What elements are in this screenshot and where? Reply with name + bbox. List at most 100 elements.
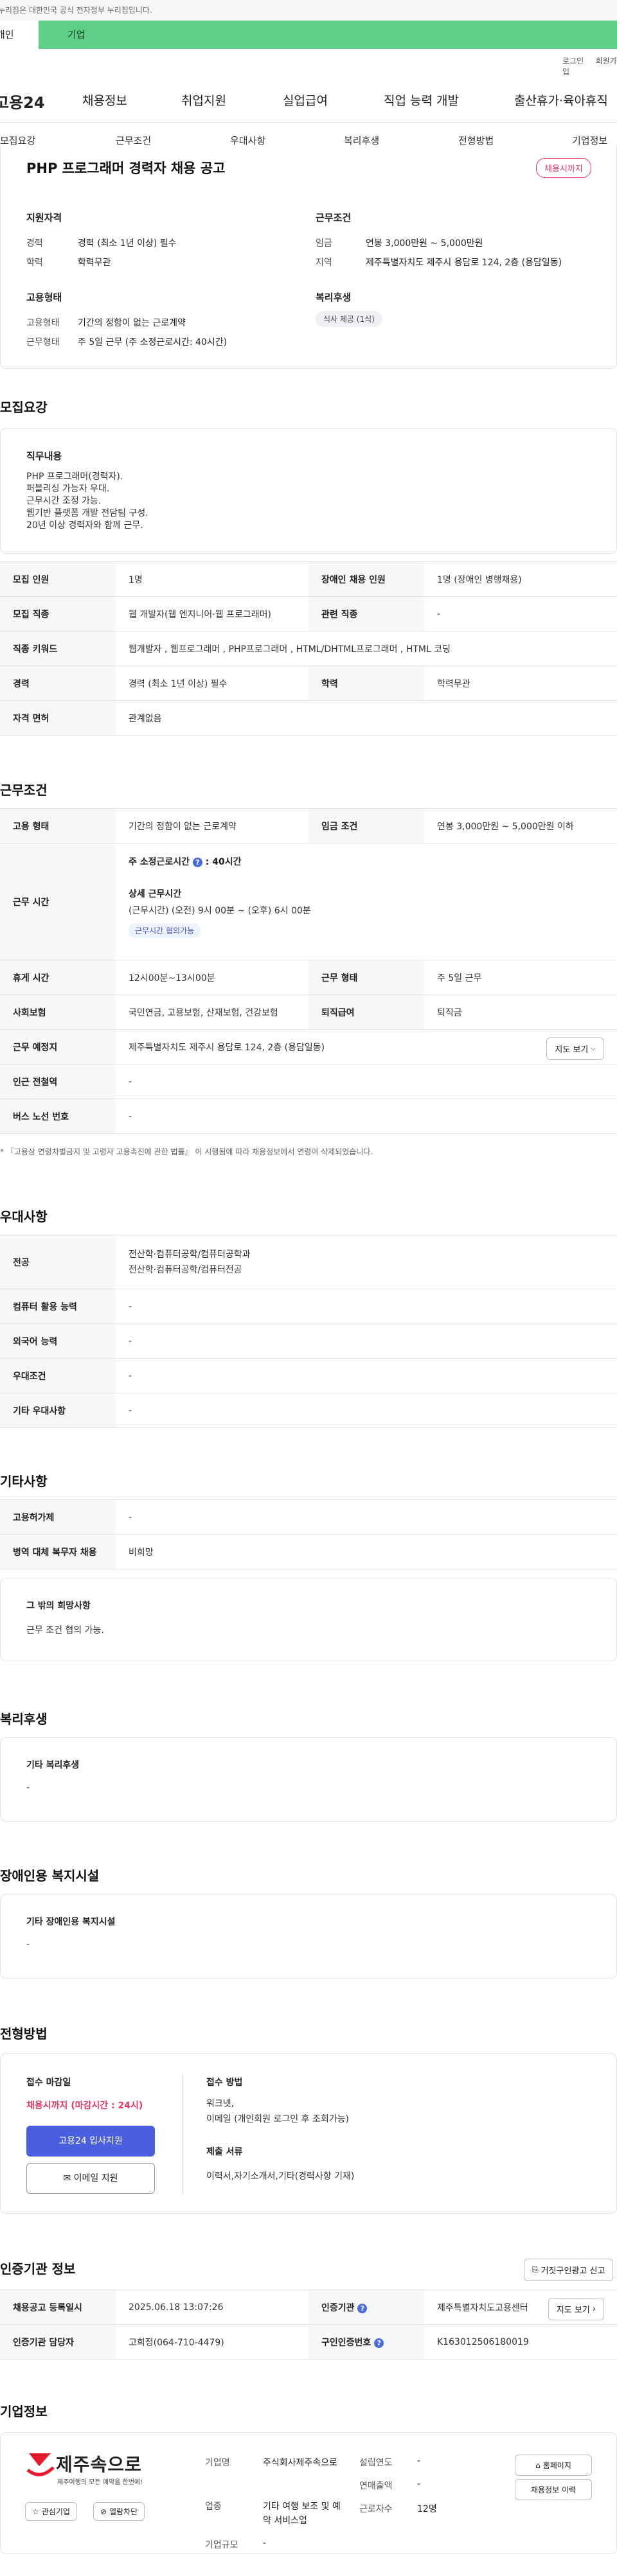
cell-value: - — [116, 1499, 617, 1535]
deadline-heading: 접수 마감일 — [26, 2078, 71, 2088]
etc-value: 근무 조건 협의 가능. — [26, 1625, 104, 1636]
place-value: 제주특별자치도 제주시 용담로 124, 2층 (용담일동) — [129, 1042, 325, 1053]
edu-label: 학력 — [26, 258, 43, 268]
disabled-card-heading: 기타 장애인용 복지시설 — [26, 1917, 116, 1927]
company-section-title: 기업정보 — [0, 2404, 48, 2419]
wage-label: 임금 — [316, 238, 332, 249]
edu-value: 학력무관 — [78, 258, 111, 268]
block-company-button[interactable]: ⊘ 열람차단 — [93, 2502, 145, 2521]
conditions-table: 고용 형태 기간의 정함이 없는 근로계약 임금 조건 연봉 3,000만원 ~… — [0, 808, 617, 1134]
cell-value: - — [424, 596, 617, 631]
gnb-item-jobs[interactable]: 채용정보 — [82, 91, 127, 109]
cell-label: 인증기관 담당자 — [0, 2324, 116, 2360]
site-logo[interactable]: 고용24 — [0, 90, 66, 112]
cell-label: 고용허가제 — [0, 1499, 116, 1535]
cell-label: 인근 전철역 — [0, 1064, 116, 1099]
size-value: - — [263, 2538, 267, 2548]
disabled-section-title: 장애인용 복지시설 — [0, 1868, 100, 1883]
table-row: 사회보험 국민연금, 고용보험, 산재보험, 건강보험 퇴직급여 퇴직금 — [0, 994, 617, 1030]
cell-value: 고희정(064-710-4479) — [116, 2324, 308, 2360]
status-badge: 채용시까지 — [536, 158, 591, 178]
employees-label: 근로자수 — [359, 2504, 393, 2514]
disabled-card-value: - — [26, 1939, 30, 1950]
homepage-button[interactable]: ⌂ 홈페이지 — [515, 2455, 592, 2476]
major-cell: 전산학·컴퓨터공학/컴퓨터공학과 전산학·컴퓨터공학/컴퓨터전공 — [116, 1235, 617, 1289]
cell-label: 채용공고 등록일시 — [0, 2289, 116, 2325]
duty-line: 퍼블리싱 가능자 우대. — [26, 484, 110, 494]
area-value: 제주특별자치도 제주시 용담로 124, 2층 (용담일동) — [366, 258, 562, 268]
star-icon: ☆ — [32, 2507, 39, 2516]
email-apply-button[interactable]: ✉ 이메일 지원 — [26, 2163, 155, 2194]
chevron-right-icon: › — [592, 2304, 596, 2314]
welfare-section-title: 복리후생 — [0, 1711, 48, 1727]
cell-label: 컴퓨터 활용 능력 — [0, 1289, 116, 1324]
welfare-chip: 식사 제공 (1식) — [316, 311, 382, 327]
favorite-company-button[interactable]: ☆ 관심기업 — [25, 2502, 77, 2521]
cell-value: - — [116, 1358, 617, 1393]
job-title: PHP 프로그래머 경력자 채용 공고 — [26, 161, 226, 176]
cell-label: 모집 인원 — [0, 561, 116, 597]
cell-label: 버스 노선 번호 — [0, 1098, 116, 1134]
age-footnote: * 『고용상 연령차별금지 및 고령자 고용촉진에 관한 법률』 이 시행됨에 … — [0, 1147, 373, 1156]
tab-company[interactable]: 기업 — [39, 21, 617, 49]
method-heading: 접수 방법 — [206, 2078, 243, 2088]
gnb-item-unemployment[interactable]: 실업급여 — [283, 91, 328, 109]
other-section-title: 기타사항 — [0, 1474, 48, 1489]
agency-map-button[interactable]: 지도 보기 › — [548, 2298, 604, 2320]
preference-section-title: 우대사항 — [0, 1209, 48, 1224]
cell-value: K163012506180019 — [424, 2324, 617, 2360]
gnb-item-employment-support[interactable]: 취업지원 — [181, 91, 226, 109]
map-button[interactable]: 지도 보기 ⌵ — [546, 1037, 604, 1060]
cell-label: 모집 직종 — [0, 596, 116, 631]
qual-heading: 지원자격 — [26, 212, 62, 224]
help-icon[interactable]: ? — [192, 858, 202, 867]
hours-weekly: 주 소정근로시간 ? : 40시간 — [129, 857, 242, 867]
report-icon: ⎘ — [532, 2265, 539, 2274]
cell-value: 관계없음 — [116, 700, 617, 736]
cell-value: 기간의 정함이 없는 근로계약 — [116, 808, 308, 843]
cell-value: 웹 개발자(웹 엔지니어·웹 프로그래머) — [116, 596, 308, 631]
cell-value: 경력 (최소 1년 이상) 필수 — [116, 666, 308, 701]
cell-label: 장애인 채용 인원 — [308, 561, 424, 597]
apply-button[interactable]: 고용24 입사지원 — [26, 2126, 155, 2157]
cell-label: 경력 — [0, 666, 116, 701]
table-row: 버스 노선 번호 - — [0, 1098, 617, 1134]
table-row: 고용 형태 기간의 정함이 없는 근로계약 임금 조건 연봉 3,000만원 ~… — [0, 808, 617, 843]
worktype-value: 주 5일 근무 (주 소정근로시간: 40시간) — [78, 337, 228, 348]
recruit-section-title: 모집요강 — [0, 400, 48, 415]
login-link[interactable]: 로그인 — [562, 57, 584, 66]
place-cell: 제주특별자치도 제주시 용담로 124, 2층 (용담일동) 지도 보기 ⌵ — [116, 1029, 617, 1064]
cell-label: 병역 대체 복무자 채용 — [0, 1534, 116, 1569]
main-nav: 고용24 채용정보 취업지원 실업급여 직업 능력 개발 출산휴가·육아휴직 — [0, 82, 617, 118]
cell-label: 퇴직급여 — [308, 994, 424, 1030]
cell-value: - — [116, 1323, 617, 1359]
help-icon[interactable]: ? — [374, 2338, 384, 2348]
report-fake-ad-button[interactable]: ⎘ 거짓구인광고 신고 — [524, 2259, 614, 2281]
sales-label: 연매출액 — [359, 2481, 393, 2491]
size-label: 기업규모 — [205, 2540, 238, 2550]
cell-value: 비희망 — [116, 1534, 617, 1569]
table-row: 인근 전철역 - — [0, 1064, 617, 1099]
table-row: 우대조건 - — [0, 1358, 617, 1393]
industry-value: 기타 여행 보조 및 예약 서비스업 — [263, 2501, 341, 2526]
employees-value: 12명 — [417, 2504, 437, 2514]
duty-card: 직무내용 PHP 프로그래머(경력자). 퍼블리싱 가능자 우대. 근무시간 조… — [0, 428, 617, 554]
cond-heading: 근무조건 — [316, 212, 352, 224]
help-icon[interactable]: ? — [357, 2303, 368, 2313]
docs-value: 이력서,자기소개서,기타(경력사항 기재) — [206, 2171, 355, 2182]
util-links: 로그인 회원가입 — [562, 55, 617, 77]
etc-heading: 그 밖의 희망사항 — [26, 1601, 91, 1611]
table-row: 고용허가제 - — [0, 1499, 617, 1535]
table-row: 채용공고 등록일시 2025.06.18 13:07:26 인증기관 ? 제주특… — [0, 2289, 617, 2325]
job-history-button[interactable]: 채용정보 이력 — [515, 2479, 592, 2500]
industry-label: 업종 — [205, 2501, 222, 2512]
chevron-down-icon: ⌵ — [591, 1045, 596, 1052]
gnb-item-training[interactable]: 직업 능력 개발 — [384, 91, 459, 109]
recruit-table: 모집 인원 1명 장애인 채용 인원 1명 (장애인 병행채용) 모집 직종 웹… — [0, 561, 617, 736]
cell-label: 기타 우대사항 — [0, 1393, 116, 1428]
gnb-item-parental-leave[interactable]: 출산휴가·육아휴직 — [514, 91, 608, 109]
hours-negotiable-chip: 근무시간 협의가능 — [129, 923, 201, 938]
tab-person[interactable]: 개인 — [0, 21, 39, 49]
cell-label: 인증기관 ? — [308, 2289, 424, 2325]
hours-detail-heading: 상세 근무시간 — [129, 889, 182, 899]
